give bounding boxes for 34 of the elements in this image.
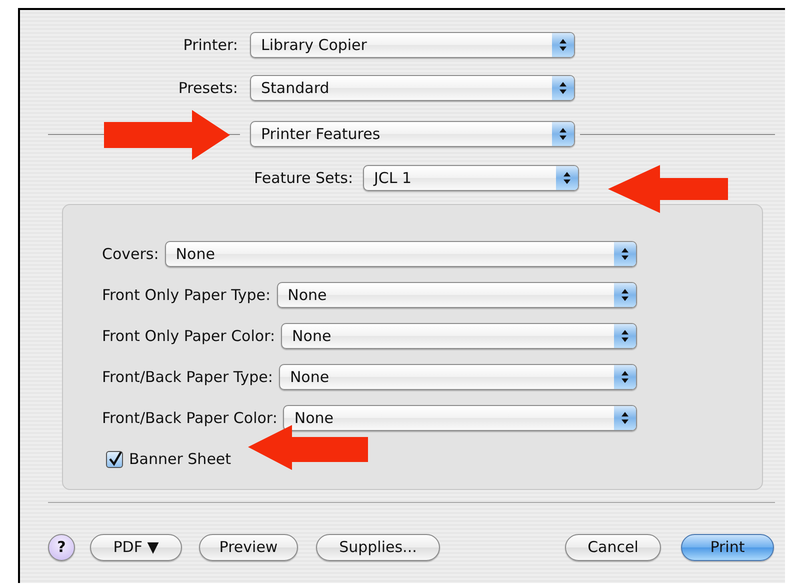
updown-arrows-icon: [614, 324, 636, 348]
help-button[interactable]: ?: [48, 534, 75, 560]
field-label: Covers:: [102, 245, 159, 263]
button[interactable]: Preview: [199, 534, 298, 560]
popup-menu[interactable]: JCL 1: [363, 165, 579, 191]
popup-menu[interactable]: None: [283, 405, 637, 431]
updown-arrows-icon: [614, 283, 636, 307]
dropdown-button[interactable]: PDF ▼: [90, 534, 182, 560]
popup-menu[interactable]: None: [281, 323, 637, 349]
field-label: Front Only Paper Color:: [102, 327, 276, 345]
updown-arrows-icon: [552, 122, 574, 146]
updown-arrows-icon: [614, 406, 636, 430]
updown-arrows-icon: [614, 365, 636, 389]
field-label: Front Only Paper Type:: [102, 286, 271, 304]
default-button[interactable]: Print: [681, 534, 774, 560]
field-label: Front/Back Paper Color:: [102, 409, 278, 427]
button[interactable]: Supplies...: [316, 534, 440, 560]
checkbox[interactable]: [106, 450, 123, 468]
popup-menu[interactable]: Printer Features: [250, 121, 575, 147]
popup-menu[interactable]: None: [278, 364, 637, 390]
popup-menu[interactable]: None: [276, 282, 637, 308]
popup-menu[interactable]: Standard: [250, 75, 575, 101]
popup-menu[interactable]: None: [164, 241, 637, 267]
popup-menu[interactable]: Library Copier: [250, 32, 575, 58]
button[interactable]: Cancel: [565, 534, 661, 560]
field-label: Feature Sets:: [253, 169, 353, 187]
updown-arrows-icon: [552, 33, 574, 57]
updown-arrows-icon: [614, 242, 636, 266]
field-label: Presets:: [177, 79, 238, 97]
updown-arrows-icon: [552, 76, 574, 100]
updown-arrows-icon: [556, 166, 578, 190]
checkbox-label: Banner Sheet: [129, 450, 232, 468]
field-label: Printer:: [182, 36, 238, 54]
field-label: Front/Back Paper Type:: [102, 368, 273, 386]
